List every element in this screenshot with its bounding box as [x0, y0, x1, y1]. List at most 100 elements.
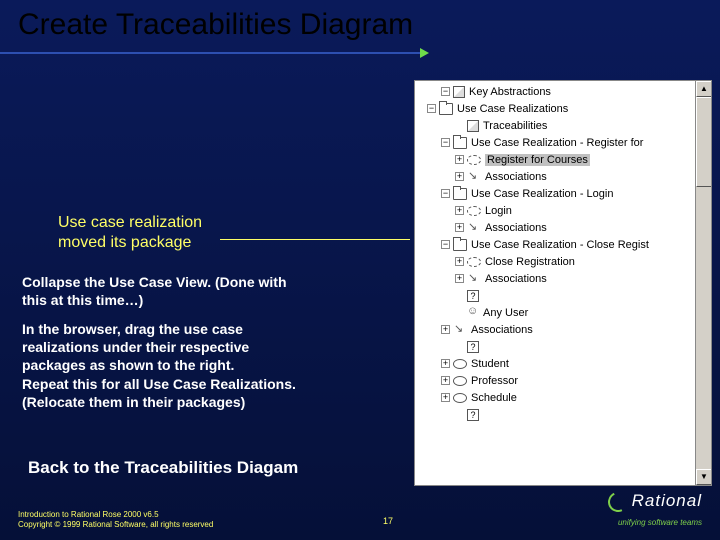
tree-row[interactable]: + Close Registration [417, 253, 693, 270]
class-diagram-icon [453, 86, 465, 98]
tree-indent [417, 117, 455, 134]
instruction-para-2: In the browser, drag the use case realiz… [22, 320, 296, 411]
back-link[interactable]: Back to the Traceabilities Diagam [28, 458, 298, 478]
collapse-icon[interactable]: − [441, 240, 450, 249]
tree-indent [417, 236, 441, 253]
scroll-down-button[interactable]: ▼ [696, 469, 712, 485]
expand-icon[interactable]: + [455, 206, 464, 215]
tree-row[interactable]: − Use Case Realization - Close Regist [417, 236, 693, 253]
expand-icon[interactable]: + [441, 376, 450, 385]
tree-row[interactable]: − Key Abstractions [417, 83, 693, 100]
callout-text: Use case realization moved its package [58, 213, 202, 253]
tree-row[interactable]: + Schedule [417, 389, 693, 406]
tree-item-label[interactable]: Key Abstractions [469, 86, 551, 98]
tree-row[interactable]: + Associations [417, 219, 693, 236]
association-icon [453, 324, 467, 336]
tree-row[interactable]: + Associations [417, 270, 693, 287]
tree-item-label[interactable]: Register for Courses [485, 154, 590, 166]
tree-row[interactable]: Any User [417, 304, 693, 321]
tree-indent [417, 270, 455, 287]
tree-indent [417, 321, 441, 338]
title-rule [0, 52, 420, 54]
use-case-realization-icon [467, 257, 481, 267]
tree-item-label[interactable]: Use Case Realization - Close Regist [471, 239, 649, 251]
unknown-icon: ? [467, 290, 479, 302]
tree-item-label[interactable]: Professor [471, 375, 518, 387]
folder-icon [453, 137, 467, 149]
tree-row[interactable]: + Student [417, 355, 693, 372]
tree-item-label[interactable]: Associations [485, 171, 547, 183]
expand-icon[interactable]: + [455, 274, 464, 283]
collapse-icon[interactable]: − [441, 189, 450, 198]
tree-item-label[interactable]: Schedule [471, 392, 517, 404]
collapse-icon[interactable]: − [441, 87, 450, 96]
tree-indent [417, 202, 455, 219]
tree-indent [417, 168, 455, 185]
scrollbar-vertical[interactable]: ▲ ▼ [695, 81, 711, 485]
expand-icon[interactable]: + [441, 325, 450, 334]
title-rule-arrow-icon [420, 48, 429, 58]
tree-indent [417, 338, 455, 355]
callout-leader-line [220, 239, 410, 240]
use-case-icon [453, 376, 467, 386]
tree-row[interactable]: − Use Case Realization - Register for [417, 134, 693, 151]
use-case-icon [453, 393, 467, 403]
tree-indent [417, 287, 455, 304]
expand-icon[interactable]: + [441, 359, 450, 368]
tree-item-label[interactable]: Any User [483, 307, 528, 319]
tree-indent [417, 406, 455, 423]
tree-row[interactable]: − Use Case Realization - Login [417, 185, 693, 202]
tree-item-label[interactable]: Traceabilities [483, 120, 547, 132]
footer-copyright: Introduction to Rational Rose 2000 v6.5 … [18, 510, 213, 530]
browser-tree-panel: −Key Abstractions−Use Case RealizationsT… [414, 80, 712, 486]
tree-item-label[interactable]: Close Registration [485, 256, 575, 268]
unknown-icon: ? [467, 409, 479, 421]
scroll-up-button[interactable]: ▲ [696, 81, 712, 97]
expand-icon[interactable]: + [455, 172, 464, 181]
tree-indent [417, 151, 455, 168]
tree-indent [417, 372, 441, 389]
tree-row[interactable]: ? [417, 406, 693, 423]
instruction-para-1: Collapse the Use Case View. (Done with t… [22, 273, 287, 309]
association-icon [467, 222, 481, 234]
tree-row[interactable]: + Login [417, 202, 693, 219]
tree-row[interactable]: + Associations [417, 321, 693, 338]
tree-indent [417, 389, 441, 406]
tree-row[interactable]: + Associations [417, 168, 693, 185]
tree-item-label[interactable]: Use Case Realizations [457, 103, 568, 115]
expand-icon[interactable]: + [455, 155, 464, 164]
tree-item-label[interactable]: Student [471, 358, 509, 370]
tree-indent [417, 304, 455, 321]
use-case-realization-icon [467, 206, 481, 216]
tree-row[interactable]: + Professor [417, 372, 693, 389]
tree-row[interactable]: Traceabilities [417, 117, 693, 134]
tree-item-label[interactable]: Use Case Realization - Login [471, 188, 613, 200]
tree-item-label[interactable]: Login [485, 205, 512, 217]
association-icon [467, 171, 481, 183]
tree-indent [417, 253, 455, 270]
tree-row[interactable]: + Register for Courses [417, 151, 693, 168]
tree-indent [417, 100, 427, 117]
tree-indent [417, 83, 441, 100]
tree-indent [417, 185, 441, 202]
tree-item-label[interactable]: Associations [485, 222, 547, 234]
expand-icon[interactable]: + [455, 223, 464, 232]
logo-swoosh-icon [605, 489, 631, 515]
collapse-icon[interactable]: − [427, 104, 436, 113]
use-case-icon [453, 359, 467, 369]
collapse-icon[interactable]: − [441, 138, 450, 147]
tree-indent [417, 134, 441, 151]
unknown-icon: ? [467, 341, 479, 353]
association-icon [467, 273, 481, 285]
use-case-realization-icon [467, 155, 481, 165]
tree-row[interactable]: − Use Case Realizations [417, 100, 693, 117]
tree-item-label[interactable]: Use Case Realization - Register for [471, 137, 643, 149]
logo-tagline: unifying software teams [618, 518, 702, 527]
expand-icon[interactable]: + [455, 257, 464, 266]
tree-item-label[interactable]: Associations [485, 273, 547, 285]
tree-row[interactable]: ? [417, 287, 693, 304]
tree-item-label[interactable]: Associations [471, 324, 533, 336]
scroll-thumb[interactable] [696, 97, 712, 187]
tree-row[interactable]: ? [417, 338, 693, 355]
expand-icon[interactable]: + [441, 393, 450, 402]
